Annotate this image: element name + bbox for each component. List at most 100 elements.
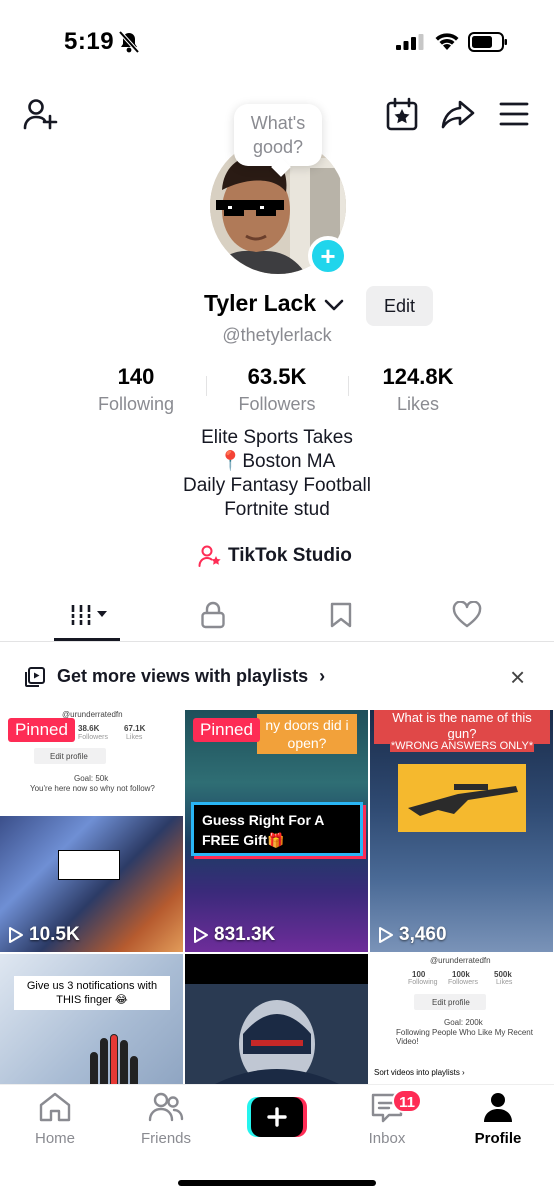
pinned-badge: Pinned <box>8 718 75 742</box>
play-icon <box>379 927 393 943</box>
calendar-star-icon[interactable] <box>384 96 420 132</box>
mini-followers: 38.6K <box>78 724 100 733</box>
playlist-icon <box>25 667 45 687</box>
menu-icon[interactable] <box>496 96 532 132</box>
stat-value: 124.8K <box>382 364 454 389</box>
share-icon[interactable] <box>440 96 476 132</box>
mini-likes: 67.1K <box>124 724 146 733</box>
edit-profile-button[interactable]: Edit <box>366 286 433 326</box>
stat-label: Followers <box>238 394 316 414</box>
chevron-right-icon: › <box>319 666 326 686</box>
bio-line: Fortnite stud <box>224 499 330 520</box>
home-indicator <box>178 1180 376 1186</box>
mini-likes-label: Likes <box>496 979 513 986</box>
video-tile[interactable]: Give us 3 notifications with THIS finger… <box>0 954 183 1084</box>
view-count: 831.3K <box>193 924 275 946</box>
mini-goal-sub: You're here now so why not follow? <box>30 784 155 793</box>
inbox-badge: 11 <box>392 1089 422 1113</box>
nav-label: Profile <box>474 1130 522 1147</box>
bio-line: 📍Boston MA <box>218 451 336 472</box>
playlist-banner-text: Get more views with playlists › <box>57 666 325 687</box>
stat-likes[interactable]: 124.8K Likes <box>348 364 488 415</box>
stat-value: 63.5K <box>247 364 307 389</box>
wifi-icon <box>435 33 459 50</box>
heart-icon <box>452 601 482 628</box>
bio-line: Daily Fantasy Football <box>183 475 371 496</box>
bio-line: Elite Sports Takes <box>201 427 353 448</box>
mini-edit: Edit profile <box>50 752 88 761</box>
bell-off-icon <box>118 30 140 54</box>
add-story-button[interactable]: + <box>308 236 348 276</box>
display-name[interactable]: Tyler Lack <box>204 290 316 317</box>
gun-image <box>398 764 526 832</box>
studio-label: TikTok Studio <box>228 545 352 566</box>
nav-inbox[interactable]: Inbox <box>337 1091 437 1147</box>
stat-following[interactable]: 140 Following <box>66 364 206 415</box>
view-count-value: 831.3K <box>214 924 276 945</box>
tiktok-studio-link[interactable]: TikTok Studio <box>198 543 352 569</box>
mini-edit: Edit profile <box>432 998 470 1007</box>
mini-goal-sub: Following People Who Like My Recent Vide… <box>396 1028 533 1046</box>
tab-private[interactable] <box>144 590 282 640</box>
name-row: Tyler Lack Edit <box>0 286 554 326</box>
playlist-banner-label: Get more views with playlists <box>57 666 309 686</box>
tab-active-indicator <box>54 638 120 641</box>
grid-icon <box>69 605 107 625</box>
nav-profile[interactable]: Profile <box>448 1091 548 1147</box>
mini-following: 100 <box>412 970 426 979</box>
mini-caption-card <box>58 850 120 880</box>
play-icon <box>9 927 23 943</box>
playlist-banner[interactable]: Get more views with playlists › × <box>0 654 554 700</box>
add-friend-icon[interactable] <box>22 96 58 132</box>
stat-label: Following <box>97 394 175 414</box>
view-count-value: 10.5K <box>29 924 80 945</box>
mini-goal: Goal: 50k <box>74 774 109 783</box>
mini-likes: 500k <box>494 970 512 979</box>
status-bar: 5:19 <box>0 0 554 86</box>
video-grid: @urunderratedfn 38.6K Followers 67.1K Li… <box>0 710 554 1084</box>
close-icon[interactable]: × <box>510 662 525 693</box>
nav-home[interactable]: Home <box>5 1091 105 1147</box>
note-line-1: What's <box>250 113 306 133</box>
nav-label: Friends <box>140 1130 192 1147</box>
football-player-image <box>185 954 368 1084</box>
caption-box: Guess Right For A FREE Gift🎁 <box>191 802 363 856</box>
view-count: 3,460 <box>378 924 447 946</box>
caption-top: What is the name of this gun? <box>374 710 550 744</box>
mini-likes-label: Likes <box>126 734 143 741</box>
play-icon <box>194 927 208 943</box>
hand-image <box>90 1034 138 1084</box>
chevron-down-icon[interactable] <box>324 298 344 312</box>
stat-value: 140 <box>117 364 155 389</box>
nav-label: Inbox <box>368 1130 406 1147</box>
tab-favorites[interactable] <box>272 590 410 640</box>
video-tile[interactable]: What is the name of this gun? *WRONG ANS… <box>370 710 553 952</box>
video-tile[interactable]: @urunderratedfn 38.6K Followers 67.1K Li… <box>0 710 183 952</box>
video-tile[interactable]: @urunderratedfn 100 Following 100k Follo… <box>370 954 553 1084</box>
create-button[interactable] <box>247 1097 307 1137</box>
create-icon <box>247 1097 307 1137</box>
note-bubble[interactable]: What's good? <box>234 104 322 166</box>
mini-followers-label: Followers <box>78 734 108 741</box>
cellular-signal-icon <box>396 34 424 50</box>
mini-sort: Sort videos into playlists › <box>374 1068 465 1077</box>
caption-top: Give us 3 notifications with THIS finger… <box>14 976 170 1010</box>
nav-label: Home <box>34 1130 75 1147</box>
tab-videos[interactable] <box>20 590 158 640</box>
nav-friends[interactable]: Friends <box>116 1091 216 1147</box>
battery-icon <box>468 32 507 52</box>
profile-icon <box>484 1093 512 1122</box>
video-tile[interactable] <box>185 954 368 1084</box>
pinned-badge: Pinned <box>193 718 260 742</box>
caption-top: ny doors did i open? <box>257 714 357 754</box>
note-line-2: good? <box>252 137 304 157</box>
stat-followers[interactable]: 63.5K Followers <box>207 364 347 415</box>
video-tile[interactable]: ny doors did i open? Guess Right For A F… <box>185 710 368 952</box>
friends-icon <box>148 1092 184 1122</box>
bookmark-icon <box>330 602 352 628</box>
stat-label: Likes <box>396 394 440 414</box>
tab-liked[interactable] <box>398 590 536 640</box>
content-tabs <box>0 590 554 642</box>
mini-following-label: Following <box>408 979 438 986</box>
home-icon <box>39 1092 71 1122</box>
